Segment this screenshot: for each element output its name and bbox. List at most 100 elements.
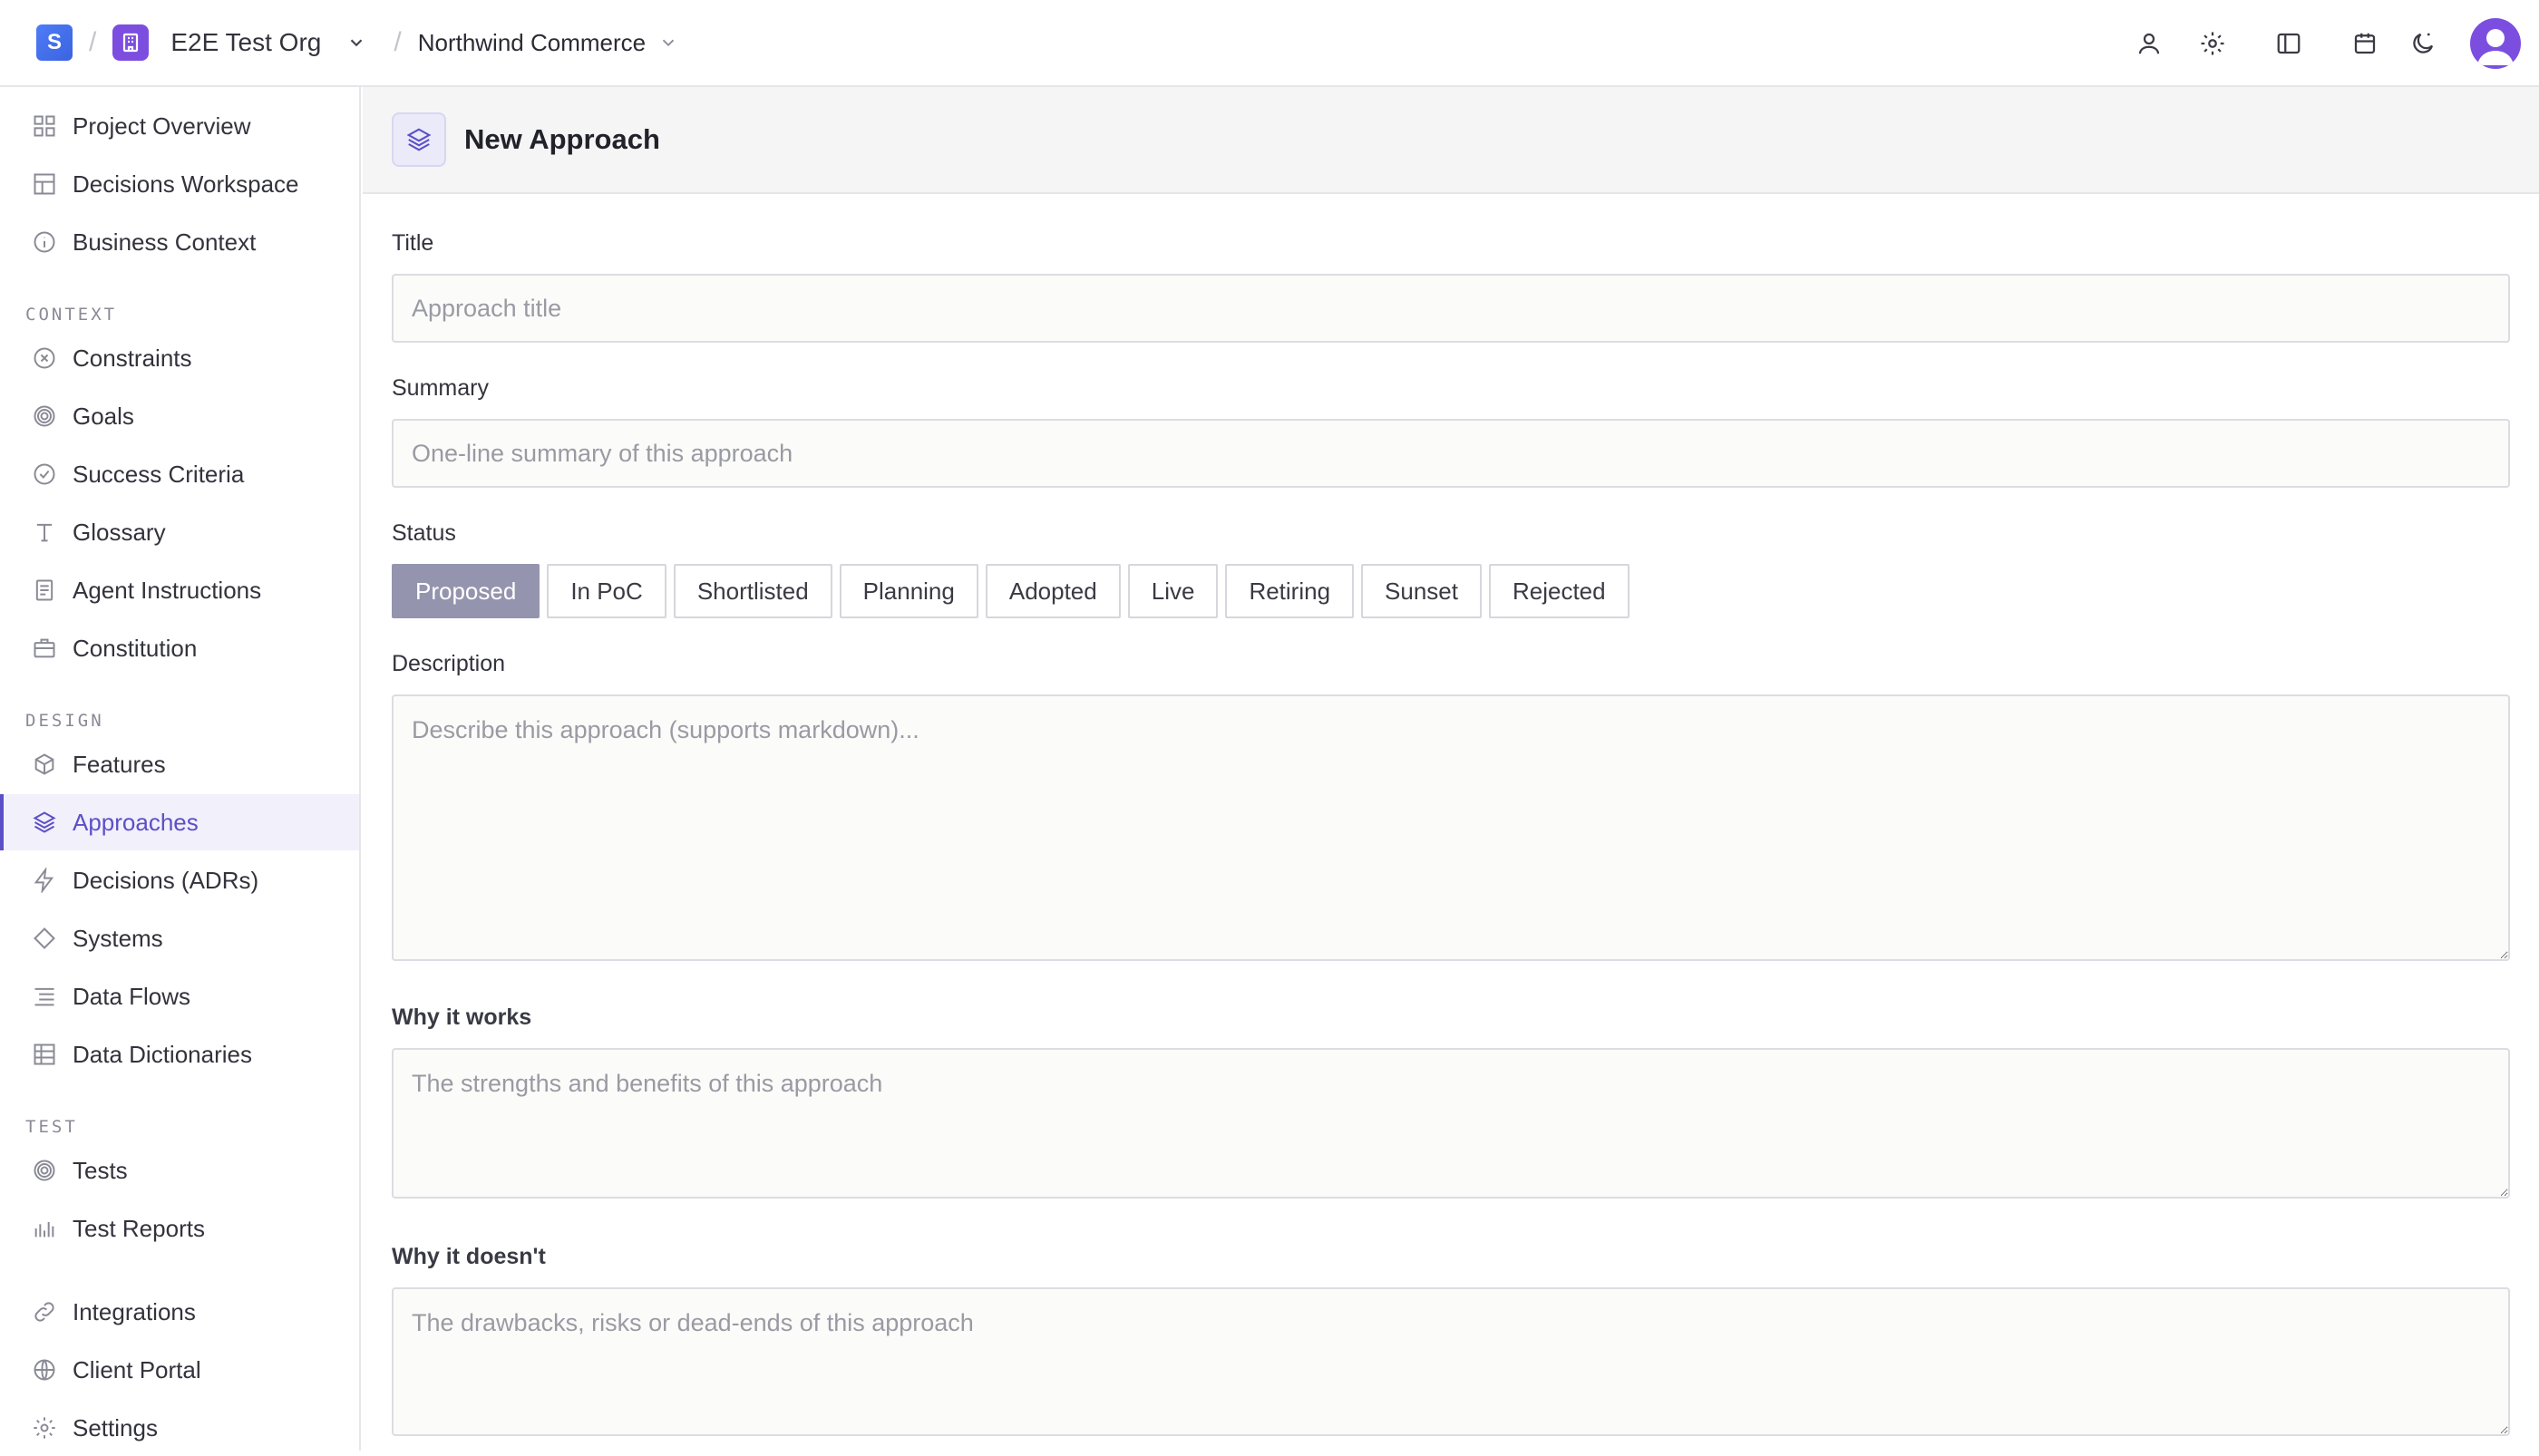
sidebar-item-test-reports[interactable]: Test Reports — [0, 1200, 359, 1257]
sidebar-panel-icon[interactable] — [2269, 24, 2309, 63]
table-icon — [31, 170, 58, 198]
status-sunset-button[interactable]: Sunset — [1361, 564, 1482, 618]
sidebar-item-label: Settings — [73, 1413, 158, 1441]
sidebar-item-label: Glossary — [73, 518, 166, 546]
calendar-icon[interactable] — [2345, 24, 2385, 63]
why-it-works-label: Why it works — [392, 1005, 532, 1030]
section-label-test: TEST — [25, 1117, 78, 1137]
box-icon — [31, 751, 58, 778]
gear-icon — [31, 1414, 58, 1441]
page-header: New Approach — [363, 87, 2539, 194]
sidebar-item-label: Integrations — [73, 1297, 196, 1325]
sidebar-item-constraints[interactable]: Constraints — [0, 330, 359, 386]
project-name[interactable]: Northwind Commerce — [418, 29, 646, 57]
info-icon — [31, 228, 58, 256]
top-actions — [2106, 0, 2521, 87]
page-title: New Approach — [464, 123, 660, 155]
sidebar-item-label: Tests — [73, 1156, 128, 1184]
why-it-doesnt-label: Why it doesn't — [392, 1244, 546, 1269]
org-chevron-down-icon[interactable] — [346, 33, 366, 53]
top-bar: S / E2E Test Org / Northwind Commerce — [0, 0, 2539, 87]
summary-input[interactable] — [392, 419, 2510, 488]
sidebar-item-label: Constitution — [73, 634, 198, 662]
status-label: Status — [392, 520, 456, 546]
sidebar-item-tests[interactable]: Tests — [0, 1142, 359, 1199]
target-icon — [31, 403, 58, 430]
sidebar-item-glossary[interactable]: Glossary — [0, 504, 359, 560]
sidebar-item-label: Decisions (ADRs) — [73, 866, 259, 894]
org-building-icon — [112, 24, 150, 61]
sidebar-item-data-dictionaries[interactable]: Data Dictionaries — [0, 1026, 359, 1082]
status-rejected-button[interactable]: Rejected — [1488, 564, 1629, 618]
sidebar-item-label: Client Portal — [73, 1355, 201, 1383]
status-retiring-button[interactable]: Retiring — [1225, 564, 1355, 618]
status-in-poc-button[interactable]: In PoC — [547, 564, 666, 618]
sidebar-item-agent-instructions[interactable]: Agent Instructions — [0, 562, 359, 618]
sidebar-item-decisions-adrs[interactable]: Decisions (ADRs) — [0, 852, 359, 908]
sidebar-item-label: Agent Instructions — [73, 576, 262, 604]
status-live-button[interactable]: Live — [1127, 564, 1219, 618]
org-name[interactable]: E2E Test Org — [170, 28, 321, 57]
theme-moon-icon[interactable] — [2403, 24, 2443, 63]
breadcrumb-separator: / — [394, 27, 402, 57]
sidebar-item-label: Project Overview — [73, 112, 251, 140]
title-label: Title — [392, 230, 434, 256]
type-icon — [31, 519, 58, 546]
section-label-design: DESIGN — [25, 711, 104, 731]
why-it-doesnt-textarea[interactable] — [392, 1287, 2510, 1436]
zap-icon — [31, 867, 58, 894]
sidebar-item-label: Systems — [73, 924, 163, 952]
sidebar-item-project-overview[interactable]: Project Overview — [0, 98, 359, 154]
sidebar-item-systems[interactable]: Systems — [0, 910, 359, 966]
sidebar-item-client-portal[interactable]: Client Portal — [0, 1342, 359, 1398]
sidebar-item-goals[interactable]: Goals — [0, 388, 359, 444]
description-textarea[interactable] — [392, 694, 2510, 961]
why-it-works-textarea[interactable] — [392, 1048, 2510, 1199]
sidebar-item-label: Decisions Workspace — [73, 170, 299, 198]
sidebar-item-label: Data Dictionaries — [73, 1040, 252, 1068]
grid-icon — [31, 112, 58, 140]
sidebar-item-decisions-workspace[interactable]: Decisions Workspace — [0, 156, 359, 212]
sidebar-item-data-flows[interactable]: Data Flows — [0, 968, 359, 1024]
x-circle-icon — [31, 345, 58, 372]
sidebar-item-constitution[interactable]: Constitution — [0, 620, 359, 676]
briefcase-icon — [31, 635, 58, 662]
sidebar-item-business-context[interactable]: Business Context — [0, 214, 359, 270]
title-input[interactable] — [392, 274, 2510, 343]
diamond-icon — [31, 925, 58, 952]
sidebar-item-label: Goals — [73, 402, 134, 430]
sidebar-item-approaches[interactable]: Approaches — [0, 794, 359, 850]
status-shortlisted-button[interactable]: Shortlisted — [673, 564, 832, 618]
sidebar-item-integrations[interactable]: Integrations — [0, 1284, 359, 1340]
project-chevron-down-icon[interactable] — [658, 33, 678, 53]
target-icon — [31, 1157, 58, 1184]
sidebar-item-label: Constraints — [73, 344, 192, 372]
sidebar-item-settings[interactable]: Settings — [0, 1400, 359, 1456]
globe-icon — [31, 1356, 58, 1383]
sidebar-item-features[interactable]: Features — [0, 736, 359, 792]
user-avatar[interactable] — [2470, 18, 2521, 69]
bar-chart-icon — [31, 1215, 58, 1242]
sidebar-item-label: Features — [73, 750, 166, 778]
sidebar-item-label: Success Criteria — [73, 460, 245, 488]
file-text-icon — [31, 577, 58, 604]
table-icon — [31, 1041, 58, 1068]
check-circle-icon — [31, 461, 58, 488]
sidebar-item-label: Test Reports — [73, 1214, 205, 1242]
main-content: New Approach Title Summary Status Propos… — [363, 87, 2539, 1451]
sidebar-item-label: Business Context — [73, 228, 257, 256]
sidebar: Project Overview Decisions Workspace Bus… — [0, 87, 361, 1451]
sidebar-item-label: Data Flows — [73, 982, 191, 1010]
status-selector: Proposed In PoC Shortlisted Planning Ado… — [392, 564, 1637, 618]
app-logo[interactable]: S — [36, 24, 73, 61]
layers-icon — [31, 809, 58, 836]
status-adopted-button[interactable]: Adopted — [985, 564, 1121, 618]
sidebar-item-label: Approaches — [73, 808, 199, 836]
gear-icon[interactable] — [2193, 24, 2233, 63]
layers-icon — [392, 112, 446, 167]
status-proposed-button[interactable]: Proposed — [392, 564, 540, 618]
sidebar-item-success-criteria[interactable]: Success Criteria — [0, 446, 359, 502]
user-icon[interactable] — [2129, 24, 2169, 63]
status-planning-button[interactable]: Planning — [839, 564, 978, 618]
link-icon — [31, 1298, 58, 1325]
